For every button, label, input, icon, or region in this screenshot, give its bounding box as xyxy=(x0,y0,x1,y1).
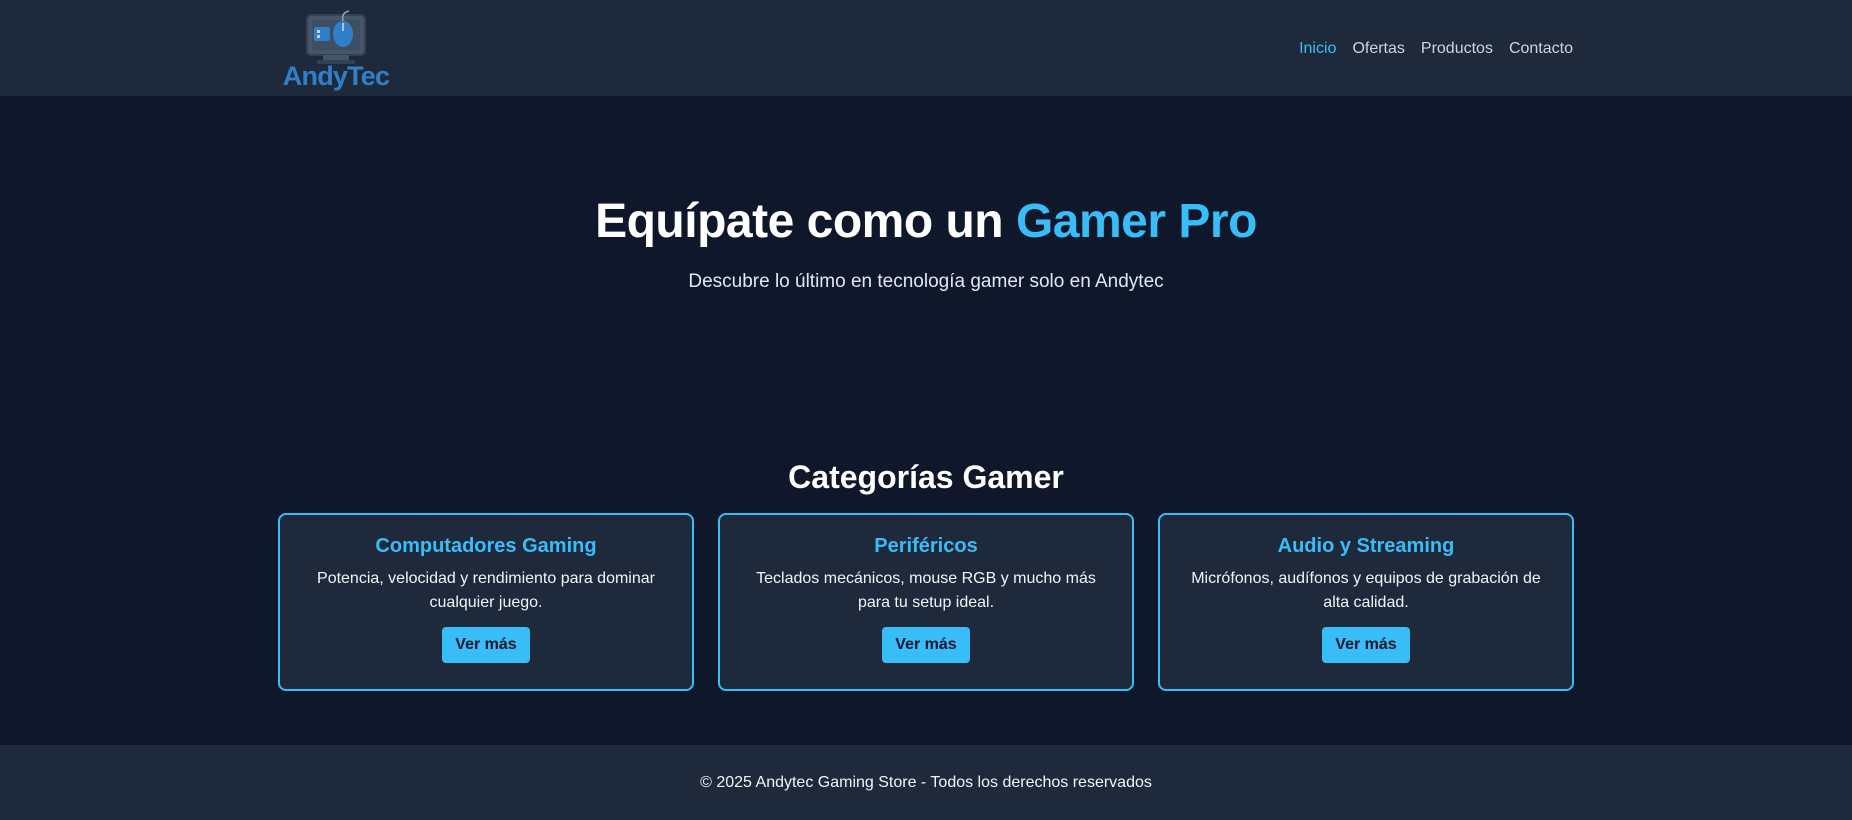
category-card-perifericos: Periféricos Teclados mecánicos, mouse RG… xyxy=(718,513,1134,692)
logo-text: AndyTec xyxy=(282,60,390,91)
card-description: Micrófonos, audífonos y equipos de graba… xyxy=(1191,570,1541,612)
card-description: Potencia, velocidad y rendimiento para d… xyxy=(317,570,655,612)
nav-link-productos[interactable]: Productos xyxy=(1421,40,1493,58)
hero-title: Equípate como un Gamer Pro xyxy=(595,195,1257,249)
ver-mas-button[interactable]: Ver más xyxy=(442,627,530,664)
hero-subtitle: Descubre lo último en tecnología gamer s… xyxy=(688,270,1164,292)
footer-text: © 2025 Andytec Gaming Store - Todos los … xyxy=(700,773,1152,791)
site-header: AndyTec Inicio Ofertas Productos Contact… xyxy=(0,0,1852,96)
nav-link-inicio[interactable]: Inicio xyxy=(1299,40,1336,58)
card-description: Teclados mecánicos, mouse RGB y mucho má… xyxy=(756,570,1096,612)
category-card-computadores: Computadores Gaming Potencia, velocidad … xyxy=(278,513,694,692)
categories-title: Categorías Gamer xyxy=(788,459,1064,495)
category-cards: Computadores Gaming Potencia, velocidad … xyxy=(278,513,1574,692)
hero-section: Equípate como un Gamer Pro Descubre lo ú… xyxy=(0,96,1852,434)
nav-link-contacto[interactable]: Contacto xyxy=(1509,40,1573,58)
categories-section: Categorías Gamer Computadores Gaming Pot… xyxy=(0,434,1852,744)
hero-title-main: Equípate como un xyxy=(595,195,1004,248)
nav-link-ofertas[interactable]: Ofertas xyxy=(1352,40,1404,58)
hero-title-accent: Gamer Pro xyxy=(1015,195,1257,248)
site-footer: © 2025 Andytec Gaming Store - Todos los … xyxy=(0,745,1852,820)
main-nav: Inicio Ofertas Productos Contacto xyxy=(1299,40,1573,58)
card-title: Audio y Streaming xyxy=(1277,535,1455,558)
monitor-mouse-icon xyxy=(306,9,366,64)
category-card-audio: Audio y Streaming Micrófonos, audífonos … xyxy=(1158,513,1574,692)
card-title: Periféricos xyxy=(874,535,978,558)
ver-mas-button[interactable]: Ver más xyxy=(1322,627,1410,664)
logo[interactable]: AndyTec xyxy=(282,7,390,91)
card-title: Computadores Gaming xyxy=(375,535,597,558)
ver-mas-button[interactable]: Ver más xyxy=(882,627,970,664)
